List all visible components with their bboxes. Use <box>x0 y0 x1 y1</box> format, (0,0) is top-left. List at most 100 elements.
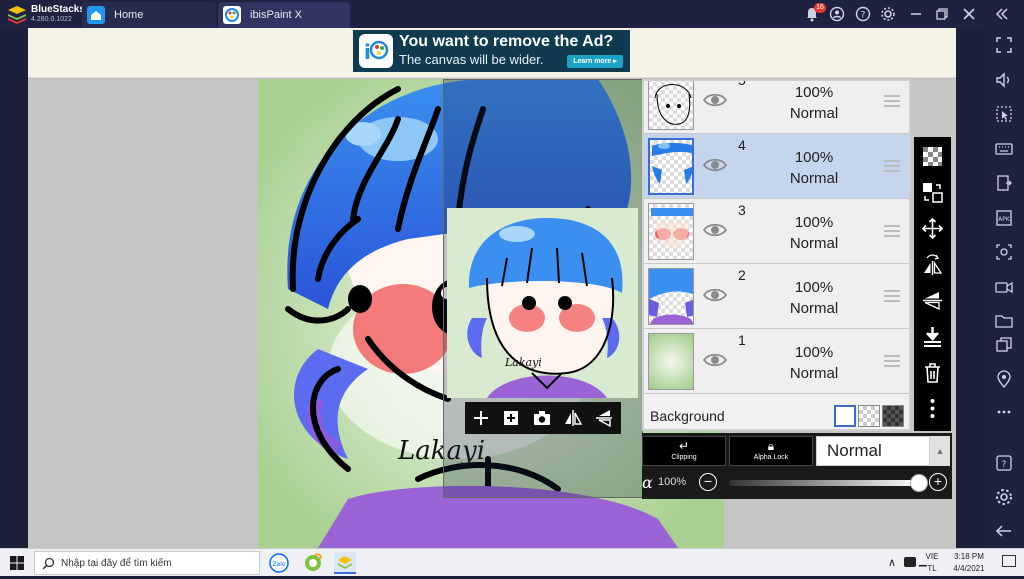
canvas-preview[interactable]: Lakayi <box>447 208 638 398</box>
bluestacks-name: BlueStacks <box>31 4 85 15</box>
camera-icon[interactable] <box>532 408 552 428</box>
swap-layers-icon[interactable] <box>921 181 944 204</box>
layer-blend-mode: Normal <box>789 170 839 187</box>
tab-ibispaint[interactable]: ibisPaint X <box>218 2 350 28</box>
lock-icon: 🔒︎ <box>767 439 775 453</box>
close-icon[interactable] <box>961 6 977 22</box>
trash-icon[interactable] <box>921 361 944 384</box>
opacity-slider-knob[interactable] <box>910 474 928 492</box>
collapse-sidebar-icon[interactable] <box>994 6 1010 22</box>
layer-thumbnail <box>648 203 694 260</box>
location-icon[interactable] <box>994 369 1014 389</box>
eye-icon[interactable] <box>702 286 728 304</box>
flip-vertical-layer-icon[interactable] <box>921 289 944 312</box>
drag-handle-icon[interactable] <box>884 160 900 172</box>
alpha-lock-button[interactable]: 🔒︎ Alpha Lock <box>729 436 813 466</box>
layer-thumbnail <box>648 81 694 130</box>
opacity-plus-button[interactable]: + <box>929 473 947 491</box>
add-layer-icon[interactable] <box>471 408 491 428</box>
more-icon[interactable] <box>994 402 1014 422</box>
background-dark-swatch[interactable] <box>882 405 904 427</box>
eye-icon[interactable] <box>702 156 728 174</box>
install-apk-icon[interactable] <box>994 173 1014 193</box>
layer-opacity: 100% <box>794 149 834 166</box>
bluestacks-taskbar-icon[interactable] <box>334 552 356 574</box>
volume-icon[interactable] <box>994 70 1014 90</box>
opacity-slider[interactable] <box>729 474 928 492</box>
transparency-checker-icon[interactable] <box>921 145 944 168</box>
apk-icon[interactable]: APK <box>994 208 1014 228</box>
notification-center-icon[interactable] <box>1002 555 1016 567</box>
preview-signature: Lakayi <box>504 356 542 369</box>
background-label: Background <box>650 408 725 424</box>
layer-row-4[interactable]: 4 100% Normal <box>644 134 909 199</box>
more-vertical-icon[interactable] <box>921 397 944 420</box>
move-icon[interactable] <box>921 217 944 240</box>
background-white-swatch[interactable] <box>834 405 856 427</box>
eye-icon[interactable] <box>702 351 728 369</box>
record-icon[interactable] <box>994 277 1014 297</box>
merge-down-icon[interactable] <box>921 325 944 348</box>
fullscreen-icon[interactable] <box>994 35 1014 55</box>
drag-handle-icon[interactable] <box>884 290 900 302</box>
account-icon[interactable] <box>829 6 845 22</box>
multi-instance-icon[interactable] <box>994 335 1014 355</box>
add-special-layer-icon[interactable] <box>501 408 521 428</box>
folder-icon[interactable] <box>994 311 1014 331</box>
eye-icon[interactable] <box>702 221 728 239</box>
zalo-app-icon[interactable]: Zalo <box>268 552 290 574</box>
drag-handle-icon[interactable] <box>884 95 900 107</box>
windows-taskbar: Nhập tại đây để tìm kiếm Zalo ∧ ▁ VIE TL… <box>0 548 1024 576</box>
language-indicator[interactable]: VIE TL <box>924 552 940 573</box>
back-icon[interactable] <box>994 521 1014 541</box>
browser-app-icon[interactable] <box>302 552 324 574</box>
layer-row-1[interactable]: 1 100% Normal <box>644 329 909 394</box>
layer-blend-mode: Normal <box>789 300 839 317</box>
layer-opacity: 100% <box>794 344 834 361</box>
home-icon <box>87 6 105 24</box>
keyboard-icon[interactable] <box>994 139 1014 159</box>
tray-up-arrow-icon[interactable]: ∧ <box>888 556 896 569</box>
ad-title: You want to remove the Ad? <box>399 33 614 50</box>
layer-number: 1 <box>738 332 746 348</box>
help-icon[interactable]: ? <box>855 6 871 22</box>
flip-vertical-icon[interactable] <box>594 408 614 428</box>
restore-icon[interactable] <box>934 6 950 22</box>
rotate-flip-icon[interactable] <box>921 253 944 276</box>
layer-row-2[interactable]: 2 100% Normal <box>644 264 909 329</box>
layer-row-5[interactable]: 5 100% Normal <box>644 79 909 134</box>
ad-bar: i You want to remove the Ad? The canvas … <box>28 28 956 78</box>
drag-handle-icon[interactable] <box>884 225 900 237</box>
pointer-mode-icon[interactable] <box>994 104 1014 124</box>
clock[interactable]: 3:18 PM 4/4/2021 <box>946 552 992 573</box>
taskbar-search-input[interactable]: Nhập tại đây để tìm kiếm <box>34 551 260 575</box>
layer-opacity: 100% <box>794 84 834 101</box>
background-transparent-swatch[interactable] <box>858 405 880 427</box>
settings-icon[interactable] <box>880 6 896 22</box>
layer-row-3[interactable]: 3 100% Normal <box>644 199 909 264</box>
help-sidebar-icon[interactable]: ? <box>994 453 1014 473</box>
layer-window: Lakayi 5 100% Normal 4 100% Normal 3 100… <box>443 79 955 499</box>
flip-horizontal-icon[interactable] <box>563 408 583 428</box>
learn-more-button[interactable]: Learn more ▸ <box>567 55 623 68</box>
layer-opacity: 100% <box>794 214 834 231</box>
screenshot-icon[interactable] <box>994 242 1014 262</box>
gear-icon[interactable] <box>994 487 1014 507</box>
layer-number: 5 <box>738 79 746 88</box>
eye-icon[interactable] <box>702 91 728 109</box>
background-row[interactable]: Background <box>644 399 909 429</box>
tab-home-label: Home <box>114 9 144 21</box>
clipping-label: Clipping <box>671 454 697 461</box>
layer-blend-mode: Normal <box>789 365 839 382</box>
minimize-icon[interactable] <box>908 6 924 22</box>
blend-mode-select[interactable]: Normal <box>816 436 930 466</box>
windows-start-icon[interactable] <box>10 556 24 570</box>
tray-app-icon[interactable] <box>904 557 916 567</box>
blend-dropdown-arrow-icon[interactable]: ▲ <box>930 436 950 466</box>
remove-ad-banner[interactable]: i You want to remove the Ad? The canvas … <box>353 30 630 72</box>
drag-handle-icon[interactable] <box>884 355 900 367</box>
search-icon <box>42 557 55 570</box>
clipping-button[interactable]: ↵ Clipping <box>642 436 726 466</box>
opacity-minus-button[interactable]: − <box>699 473 717 491</box>
tab-home[interactable]: Home <box>82 2 216 28</box>
